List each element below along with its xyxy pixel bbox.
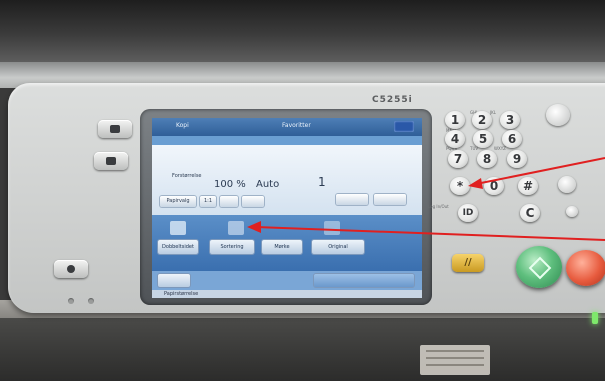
arrow-head-screen bbox=[247, 221, 261, 233]
annotation-arrow-screen bbox=[247, 221, 605, 241]
arrow-head-keypad bbox=[468, 178, 483, 189]
arrow-line-keypad bbox=[475, 157, 605, 185]
annotation-arrows bbox=[247, 157, 605, 241]
copier-photo: C5255i Kopi Favoritter Forstørrelse 100 … bbox=[0, 0, 605, 381]
annotation-arrow-keypad bbox=[468, 157, 605, 189]
arrow-line-screen bbox=[255, 226, 605, 241]
